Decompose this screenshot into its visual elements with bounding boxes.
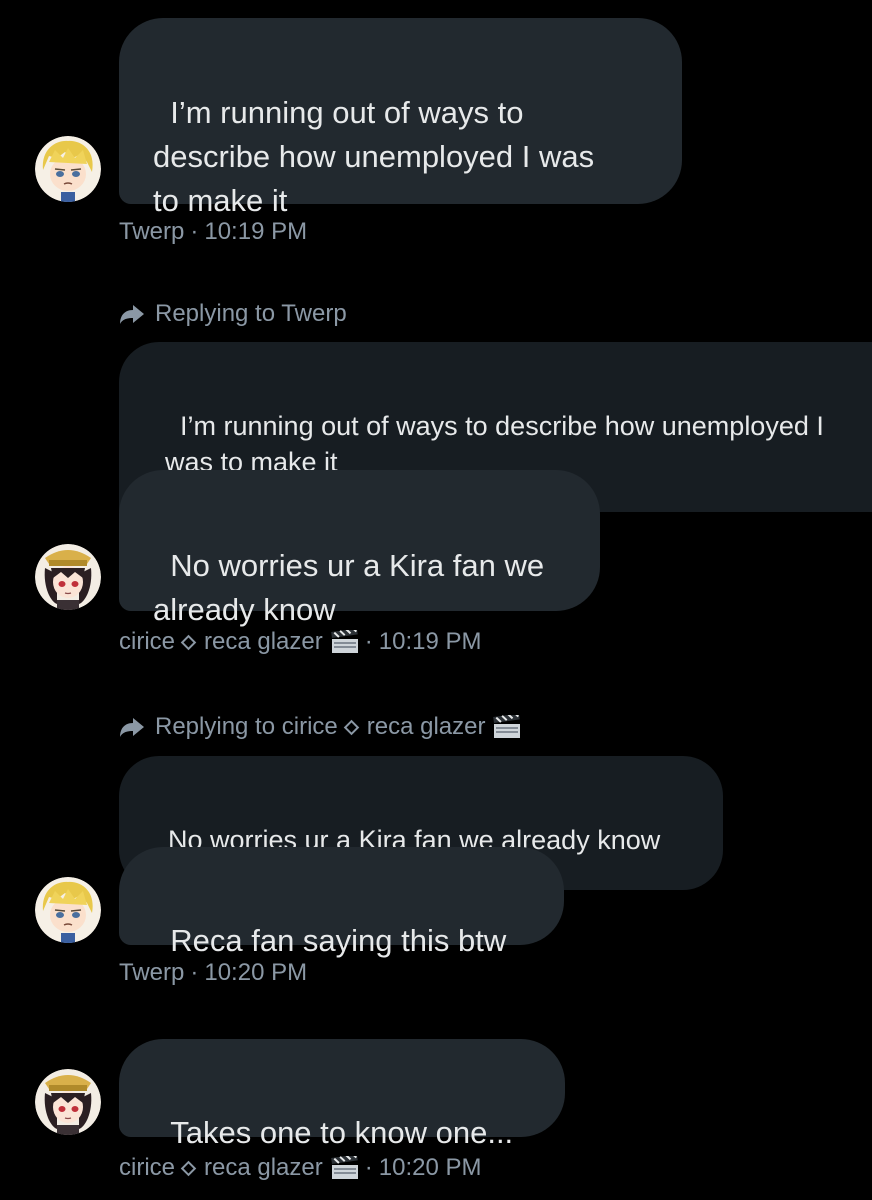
quoted-text: I’m running out of ways to describe how … — [165, 411, 824, 477]
clapperboard-icon — [330, 630, 359, 654]
separator: · — [364, 1154, 373, 1181]
author-name[interactable]: Twerp — [119, 217, 184, 247]
blonde-character-avatar-icon — [35, 136, 101, 202]
message-meta: Twerp · 10:19 PM — [119, 217, 307, 247]
timestamp: 10:20 PM — [204, 959, 308, 986]
message-meta: cirice reca glazer · 10:20 PM — [119, 1153, 481, 1183]
message-text: Takes one to know one... — [170, 1115, 514, 1150]
author-name[interactable]: cirice — [119, 627, 175, 657]
message-text: I’m running out of ways to describe how … — [153, 95, 595, 218]
reply-label-text[interactable]: Replying to Twerp — [155, 299, 347, 329]
diamond-icon — [180, 634, 197, 650]
timestamp: 10:19 PM — [204, 218, 308, 245]
message-text: No worries ur a Kira fan we already know — [153, 548, 545, 627]
author-name[interactable]: Twerp — [119, 958, 184, 988]
reply-context-label: Replying to cirice reca glazer — [119, 712, 521, 742]
separator: · — [190, 218, 199, 245]
timestamp: 10:19 PM — [378, 628, 482, 655]
timestamp: 10:20 PM — [378, 1154, 482, 1181]
avatar-twerp[interactable] — [35, 136, 101, 202]
reply-label-suffix[interactable]: reca glazer — [367, 712, 486, 742]
avatar-twerp[interactable] — [35, 877, 101, 943]
avatar-cirice[interactable] — [35, 544, 101, 610]
message-meta: cirice reca glazer · 10:19 PM — [119, 627, 481, 657]
clapperboard-icon — [330, 1156, 359, 1180]
author-name-suffix[interactable]: reca glazer — [204, 1153, 323, 1183]
message-bubble[interactable]: Takes one to know one... — [119, 1039, 565, 1150]
reply-arrow-icon — [119, 303, 145, 325]
author-name[interactable]: cirice — [119, 1153, 175, 1183]
diamond-icon — [180, 1160, 197, 1176]
message-meta: Twerp · 10:20 PM — [119, 958, 307, 988]
separator: · — [364, 628, 373, 655]
message-bubble[interactable]: Reca fan saying this btw — [119, 847, 564, 958]
reply-label-text[interactable]: Replying to cirice — [155, 712, 338, 742]
avatar-cirice[interactable] — [35, 1069, 101, 1135]
diamond-icon — [343, 719, 360, 735]
author-name-suffix[interactable]: reca glazer — [204, 627, 323, 657]
dark-haired-character-avatar-icon — [35, 544, 101, 610]
dark-haired-character-avatar-icon — [35, 1069, 101, 1135]
clapperboard-icon — [493, 715, 521, 739]
reply-context-label: Replying to Twerp — [119, 299, 347, 329]
message-bubble[interactable]: No worries ur a Kira fan we already know — [119, 470, 600, 627]
message-text: Reca fan saying this btw — [170, 923, 507, 958]
reply-arrow-icon — [119, 716, 145, 738]
blonde-character-avatar-icon — [35, 877, 101, 943]
separator: · — [190, 959, 199, 986]
message-bubble[interactable]: I’m running out of ways to describe how … — [119, 18, 682, 218]
